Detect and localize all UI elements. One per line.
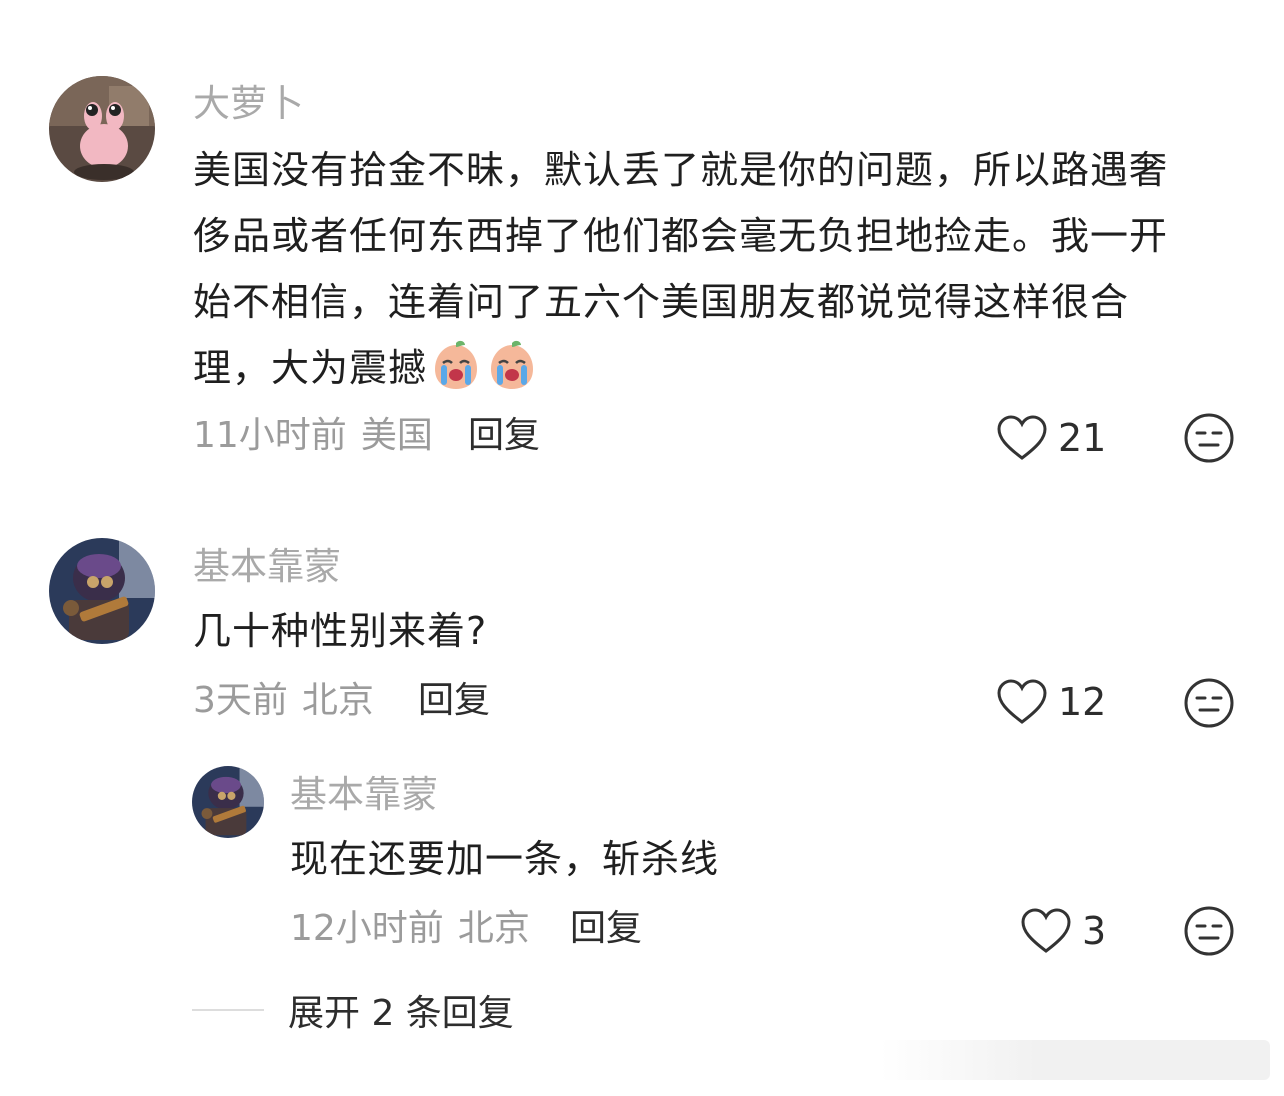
comment-meta: 3天前 北京 (193, 683, 374, 719)
avatar-image (192, 766, 264, 838)
heart-icon (1021, 908, 1071, 953)
avatar-image (49, 538, 155, 644)
expand-replies-button[interactable]: 展开 2 条回复 (288, 984, 514, 1036)
heart-icon (997, 415, 1047, 460)
comment-text: 美国没有拾金不昧，默认丢了就是你的问题，所以路遇奢 侈品或者任何东西掉了他们都会… (193, 137, 1168, 401)
comment-text-line: 侈品或者任何东西掉了他们都会毫无负担地捡走。我一开 (193, 214, 1169, 258)
avatar[interactable] (49, 76, 155, 182)
reply-time: 12小时前 (290, 908, 444, 949)
avatar-image (49, 76, 155, 182)
reply-button[interactable]: 回复 (570, 911, 642, 947)
comment-text-line: 美国没有拾金不昧，默认丢了就是你的问题，所以路遇奢 (193, 148, 1169, 192)
username[interactable]: 基本靠蒙 (193, 548, 341, 585)
neutral-face-icon (1184, 413, 1234, 463)
heart-icon (997, 679, 1047, 724)
like-count: 12 (1058, 680, 1107, 724)
comment-time: 3天前 (193, 680, 288, 721)
dislike-button[interactable] (1183, 905, 1235, 957)
expand-replies[interactable]: 展开 2 条回复 (192, 985, 514, 1035)
like-button[interactable]: 12 (996, 674, 1106, 730)
expand-divider (192, 1009, 264, 1011)
username[interactable]: 基本靠蒙 (290, 776, 438, 813)
reply-text-line: 现在还要加一条，斩杀线 (290, 837, 720, 881)
dislike-button[interactable] (1183, 412, 1235, 464)
reply-location: 北京 (457, 908, 530, 949)
reply-text: 现在还要加一条，斩杀线 (290, 826, 719, 892)
like-button[interactable]: 21 (996, 410, 1106, 466)
reply-button[interactable]: 回复 (468, 418, 540, 454)
comment-list: 大萝卜 美国没有拾金不昧，默认丢了就是你的问题，所以路遇奢 侈品或者任何东西掉了… (0, 0, 1284, 1096)
watermark (880, 1040, 1270, 1080)
like-button[interactable]: 3 (1020, 903, 1106, 959)
crying-face-emoji (485, 339, 539, 393)
comment-text: 几十种性别来着? (193, 598, 487, 664)
like-count: 3 (1082, 909, 1107, 953)
like-count: 21 (1058, 416, 1107, 460)
reply-button[interactable]: 回复 (418, 683, 490, 719)
comment-meta: 11小时前 美国 (193, 418, 433, 454)
comment-text-line: 几十种性别来着? (193, 609, 488, 653)
comment-location: 北京 (301, 680, 374, 721)
reply-meta: 12小时前 北京 (290, 911, 530, 947)
comment-text-fragment: 理，大为震撼 (193, 346, 428, 390)
avatar[interactable] (49, 538, 155, 644)
username[interactable]: 大萝卜 (193, 85, 304, 122)
comment-text-line: 始不相信，连着问了五六个美国朋友都说觉得这样很合 (193, 280, 1130, 324)
neutral-face-icon (1184, 678, 1234, 728)
crying-face-emoji (429, 339, 483, 393)
avatar[interactable] (192, 766, 264, 838)
neutral-face-icon (1184, 906, 1234, 956)
comment-time: 11小时前 (193, 415, 347, 456)
comment-location: 美国 (360, 415, 433, 456)
dislike-button[interactable] (1183, 677, 1235, 729)
comment-text-line-last: 理，大为震撼 (193, 335, 1168, 401)
